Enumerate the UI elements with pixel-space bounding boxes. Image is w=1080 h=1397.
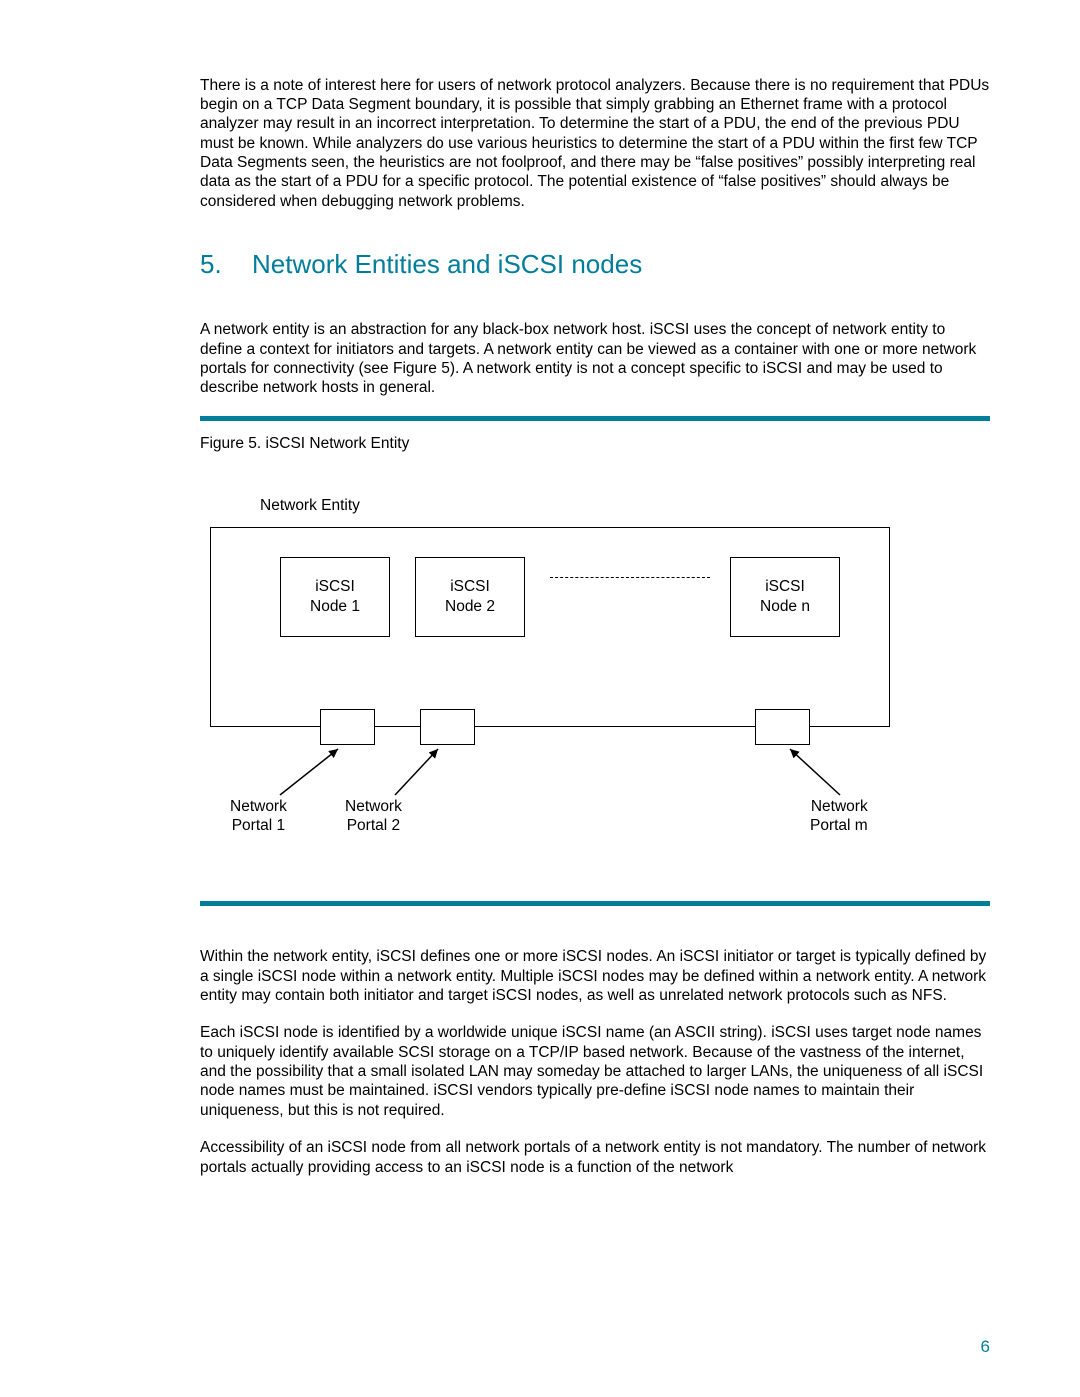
document-page: There is a note of interest here for use… bbox=[0, 0, 1080, 1397]
figure-top-rule bbox=[200, 416, 990, 421]
portal-1-line-2: Portal 1 bbox=[232, 817, 285, 834]
arrows-svg bbox=[200, 477, 900, 877]
portal-2-line-2: Portal 2 bbox=[347, 817, 400, 834]
figure-diagram: Network Entity iSCSI Node 1 iSCSI Node 2… bbox=[200, 477, 900, 877]
network-portal-m-label: Network Portal m bbox=[810, 797, 868, 836]
figure-caption: Figure 5. iSCSI Network Entity bbox=[200, 435, 990, 453]
paragraph-within: Within the network entity, iSCSI defines… bbox=[200, 947, 990, 1005]
portal-m-line-2: Portal m bbox=[810, 817, 868, 834]
heading-number: 5. bbox=[200, 249, 252, 280]
portal-2-line-1: Network bbox=[345, 798, 402, 815]
heading-title: Network Entities and iSCSI nodes bbox=[252, 249, 642, 279]
network-portal-1-label: Network Portal 1 bbox=[230, 797, 287, 836]
portal-m-line-1: Network bbox=[811, 798, 868, 815]
paragraph-each: Each iSCSI node is identified by a world… bbox=[200, 1023, 990, 1120]
network-portal-2-label: Network Portal 2 bbox=[345, 797, 402, 836]
section-heading: 5.Network Entities and iSCSI nodes bbox=[200, 249, 990, 280]
paragraph-entity: A network entity is an abstraction for a… bbox=[200, 320, 990, 398]
paragraph-access: Accessibility of an iSCSI node from all … bbox=[200, 1138, 990, 1177]
portal-1-line-1: Network bbox=[230, 798, 287, 815]
page-number: 6 bbox=[981, 1337, 990, 1357]
paragraph-intro: There is a note of interest here for use… bbox=[200, 76, 990, 212]
